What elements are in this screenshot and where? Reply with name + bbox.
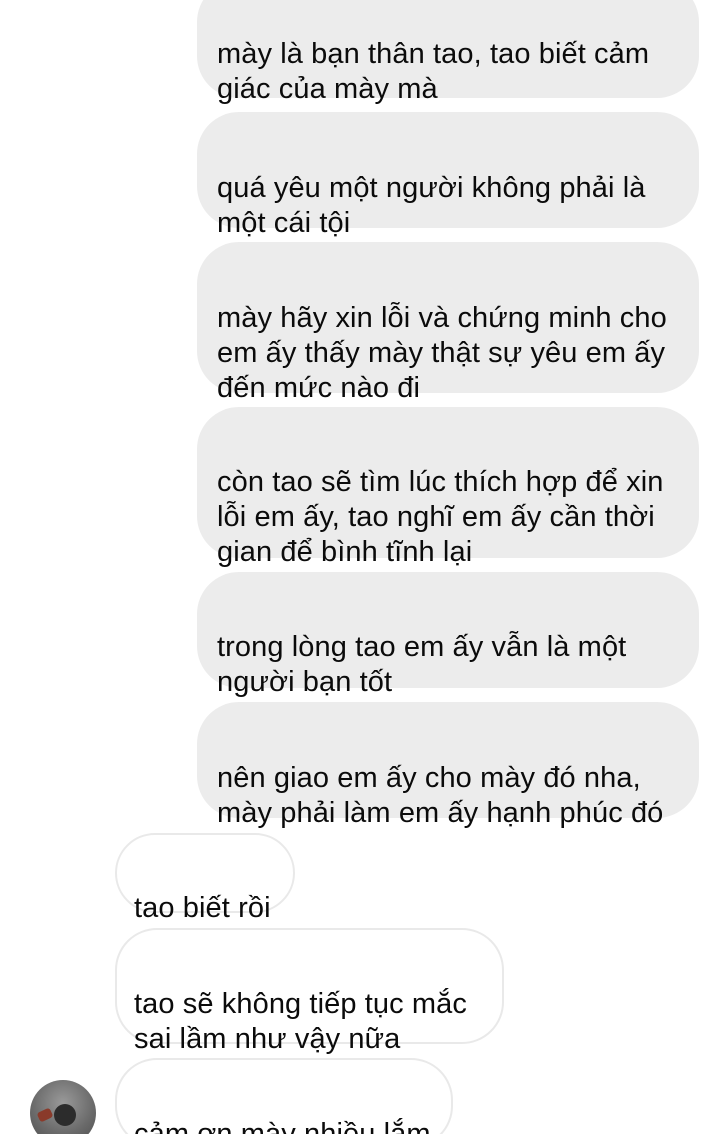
sent-message-text: trong lòng tao em ấy vẫn là một người bạ… <box>217 631 627 698</box>
received-message[interactable]: cảm ơn mày nhiều lắm <box>115 1058 453 1134</box>
sent-message[interactable]: quá yêu một người không phải là một cái … <box>197 112 699 239</box>
chat-screen: mày là bạn thân tao, tao biết cảm giác c… <box>0 0 719 1134</box>
sent-message-text: nên giao em ấy cho mày đó nha, mày phải … <box>217 762 664 829</box>
avatar-accent <box>36 1107 54 1123</box>
contact-avatar[interactable] <box>30 1080 96 1134</box>
sent-message-text: còn tao sẽ tìm lúc thích hợp để xin lỗi … <box>217 466 664 568</box>
sent-message[interactable]: mày là bạn thân tao, tao biết cảm giác c… <box>197 0 699 105</box>
received-message[interactable]: tao sẽ không tiếp tục mắc sai lầm như vậ… <box>115 928 504 1055</box>
received-message-text: cảm ơn mày nhiều lắm <box>134 1118 431 1134</box>
avatar-figure <box>54 1104 76 1126</box>
sent-message[interactable]: mày hãy xin lỗi và chứng minh cho em ấy … <box>197 242 699 404</box>
sent-message-text: quá yêu một người không phải là một cái … <box>217 172 646 239</box>
sent-message[interactable]: còn tao sẽ tìm lúc thích hợp để xin lỗi … <box>197 407 699 568</box>
sent-message-text: mày hãy xin lỗi và chứng minh cho em ấy … <box>217 302 667 404</box>
sent-message[interactable]: trong lòng tao em ấy vẫn là một người bạ… <box>197 572 699 698</box>
sent-message[interactable]: nên giao em ấy cho mày đó nha, mày phải … <box>197 702 699 829</box>
sent-message-text: mày là bạn thân tao, tao biết cảm giác c… <box>217 38 650 105</box>
received-message-text: tao biết rồi <box>134 892 271 924</box>
received-message-text: tao sẽ không tiếp tục mắc sai lầm như vậ… <box>134 988 467 1055</box>
received-message[interactable]: tao biết rồi <box>115 833 295 924</box>
